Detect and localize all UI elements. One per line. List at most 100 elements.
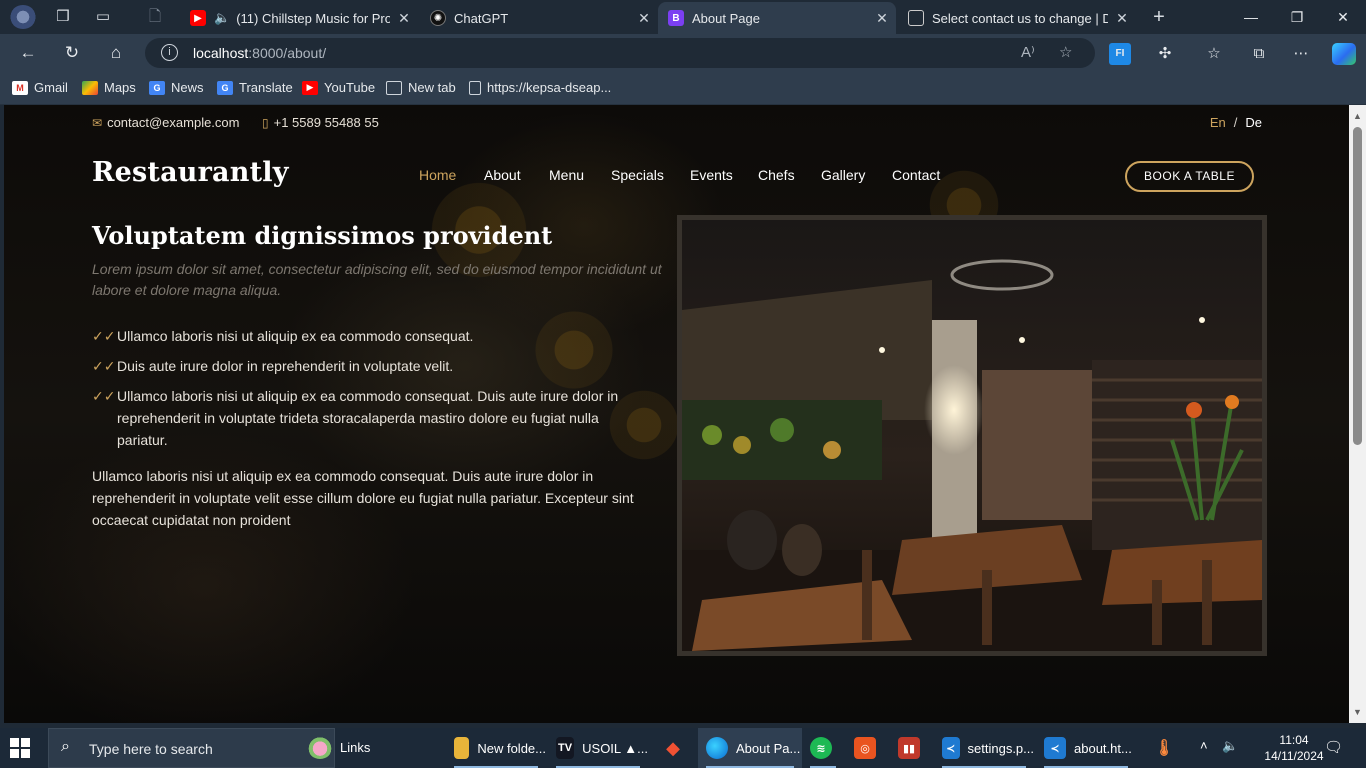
more-menu-icon[interactable]: ⋯ <box>1290 43 1312 65</box>
phone-contact[interactable]: ▯ +1 5589 55488 55 <box>262 115 379 130</box>
tradingview-icon: TV <box>556 737 575 759</box>
list-item: ✓✓ Ullamco laboris nisi ut aliquip ex ea … <box>92 385 652 451</box>
nav-contact[interactable]: Contact <box>892 167 940 183</box>
volume-icon[interactable]: 🔈 <box>1222 738 1238 754</box>
browser-tab-strip: ❒ ▭ 🗋 ▶ 🔈 (11) Chillstep Music for Progr… <box>0 0 1366 34</box>
scrollbar-thumb[interactable] <box>1353 127 1362 445</box>
favorite-star-icon[interactable]: ☆ <box>1059 43 1072 61</box>
taskbar-app-vscode-settings[interactable]: ≺ settings.p... <box>934 728 1034 768</box>
bookmarks-bar: M Gmail Maps G News G Translate ▶ YouTube Ne… <box>0 72 1366 105</box>
tab-youtube[interactable]: ▶ 🔈 (11) Chillstep Music for Progr ✕ <box>180 2 418 34</box>
nav-menu[interactable]: Menu <box>549 167 584 183</box>
list-item: ✓✓ Ullamco laboris nisi ut aliquip ex ea … <box>92 325 652 347</box>
scroll-up-arrow-icon[interactable]: ▲ <box>1353 111 1362 121</box>
nav-about[interactable]: About <box>484 167 521 183</box>
bookmark-gmail[interactable]: M Gmail <box>12 80 68 95</box>
bookmark-kepsa[interactable]: https://kepsa-dseap... <box>469 80 611 95</box>
translate-icon: G <box>217 80 233 95</box>
chart-app-icon: ▮▮ <box>898 737 920 759</box>
show-hidden-icons-chevron-icon[interactable]: ˄ <box>1200 738 1208 753</box>
contact-topbar: ✉ contact@example.com ▯ +1 5589 55488 55 E… <box>92 115 1262 133</box>
restaurant-interior-image <box>682 220 1262 651</box>
taskbar-app-vscode-about[interactable]: ≺ about.ht... <box>1036 728 1136 768</box>
notifications-icon[interactable]: 🗨 <box>1324 738 1343 756</box>
book-a-table-button[interactable]: BOOK A TABLE <box>1125 161 1254 192</box>
taskbar-app-explorer[interactable]: New folde... <box>446 728 546 768</box>
site-logo[interactable]: Restaurantly <box>92 157 289 188</box>
close-icon[interactable]: ✕ <box>868 10 896 27</box>
lang-de-link[interactable]: De <box>1245 115 1262 130</box>
close-icon[interactable]: ✕ <box>1108 10 1136 27</box>
tab-django-admin[interactable]: Select contact us to change | Djan ✕ <box>898 2 1136 34</box>
url-text: localhost:8000/about/ <box>193 45 327 61</box>
read-aloud-icon[interactable]: A⁾ <box>1021 43 1035 61</box>
git-icon: ◆ <box>666 737 680 758</box>
news-icon: G <box>149 80 165 95</box>
copilot-icon[interactable] <box>1332 43 1356 65</box>
clock-time: 11:04 <box>1279 733 1309 747</box>
workspaces-icon[interactable]: ❒ <box>52 6 74 28</box>
nav-events[interactable]: Events <box>690 167 733 183</box>
site-info-icon[interactable]: i <box>161 44 178 61</box>
chatgpt-icon: ✺ <box>430 10 446 26</box>
list-item: ✓✓ Duis aute irure dolor in reprehenderit… <box>92 355 652 377</box>
scroll-down-arrow-icon[interactable]: ▼ <box>1353 707 1362 717</box>
taskbar-app-spotify[interactable]: ≋ <box>802 728 844 768</box>
tab-title: ChatGPT <box>454 10 509 26</box>
tab-title: (11) Chillstep Music for Progr <box>236 10 390 26</box>
email-contact[interactable]: ✉ contact@example.com <box>92 115 239 130</box>
speaker-icon[interactable]: 🔈 <box>214 10 230 26</box>
maps-icon <box>82 80 98 95</box>
bookmark-translate[interactable]: G Translate <box>217 80 293 95</box>
language-switcher: En / De <box>1209 115 1262 130</box>
links-toolbar-label[interactable]: Links <box>340 740 370 755</box>
page-icon <box>469 80 481 95</box>
profile-avatar[interactable] <box>10 5 36 29</box>
taskbar-clock[interactable]: 11:04 14/11/2024 <box>1259 732 1329 764</box>
nav-chefs[interactable]: Chefs <box>758 167 795 183</box>
taskbar-app-temperature[interactable]: 🌡 <box>1146 728 1182 768</box>
close-icon[interactable]: ✕ <box>630 10 658 27</box>
back-arrow-icon[interactable]: ← <box>14 40 42 66</box>
taskbar-app-edge[interactable]: About Pa... <box>698 728 802 768</box>
tab-chatgpt[interactable]: ✺ ChatGPT ✕ <box>420 2 658 34</box>
windows-start-icon[interactable] <box>10 738 30 758</box>
bookmark-maps[interactable]: Maps <box>82 80 136 95</box>
bookmark-youtube[interactable]: ▶ YouTube <box>302 80 375 95</box>
taskbar-app-chart[interactable]: ▮▮ <box>890 728 932 768</box>
youtube-icon: ▶ <box>190 10 206 26</box>
bookmark-news[interactable]: G News <box>149 80 204 95</box>
close-icon[interactable]: ✕ <box>390 10 418 27</box>
restore-icon[interactable]: ❐ <box>1274 0 1320 34</box>
page-scrollbar[interactable]: ▲ ▼ <box>1349 105 1366 723</box>
page-icon <box>908 10 924 26</box>
minimize-icon[interactable]: — <box>1228 0 1274 34</box>
address-bar[interactable]: i localhost:8000/about/ A⁾ ☆ <box>145 38 1095 68</box>
search-icon: ⌕ <box>61 738 70 755</box>
extension-icon[interactable]: FI <box>1109 43 1131 65</box>
taskbar-app-ubuntu[interactable]: ◎ <box>846 728 888 768</box>
taskbar-app-git[interactable]: ◆ <box>654 728 694 768</box>
vscode-icon: ≺ <box>942 737 960 759</box>
lang-en-link[interactable]: En <box>1210 115 1226 130</box>
home-icon[interactable]: ⌂ <box>102 40 130 66</box>
tab-about-page[interactable]: B About Page ✕ <box>658 2 896 34</box>
taskbar-app-tradingview[interactable]: TV USOIL ▲... <box>548 728 648 768</box>
folder-icon <box>454 737 470 759</box>
page-icon[interactable]: 🗋 <box>144 6 166 28</box>
nav-specials[interactable]: Specials <box>611 167 664 183</box>
close-window-icon[interactable]: ✕ <box>1320 0 1366 34</box>
nav-gallery[interactable]: Gallery <box>821 167 865 183</box>
refresh-icon[interactable]: ↻ <box>58 40 86 66</box>
nav-home[interactable]: Home <box>419 167 456 183</box>
edge-icon <box>706 737 728 759</box>
tab-actions-icon[interactable]: ▭ <box>92 6 114 28</box>
favorites-icon[interactable]: ☆ <box>1203 43 1225 65</box>
collections-icon[interactable]: ⧉ <box>1248 43 1270 65</box>
new-tab-plus-icon[interactable]: + <box>1148 6 1170 28</box>
bookmark-new-tab[interactable]: New tab <box>386 80 456 95</box>
taskbar-search-box[interactable]: ⌕ Type here to search <box>48 728 335 768</box>
envelope-icon: ✉ <box>92 115 103 130</box>
ubuntu-icon: ◎ <box>854 737 876 759</box>
extensions-puzzle-icon[interactable]: ✣ <box>1154 43 1176 65</box>
